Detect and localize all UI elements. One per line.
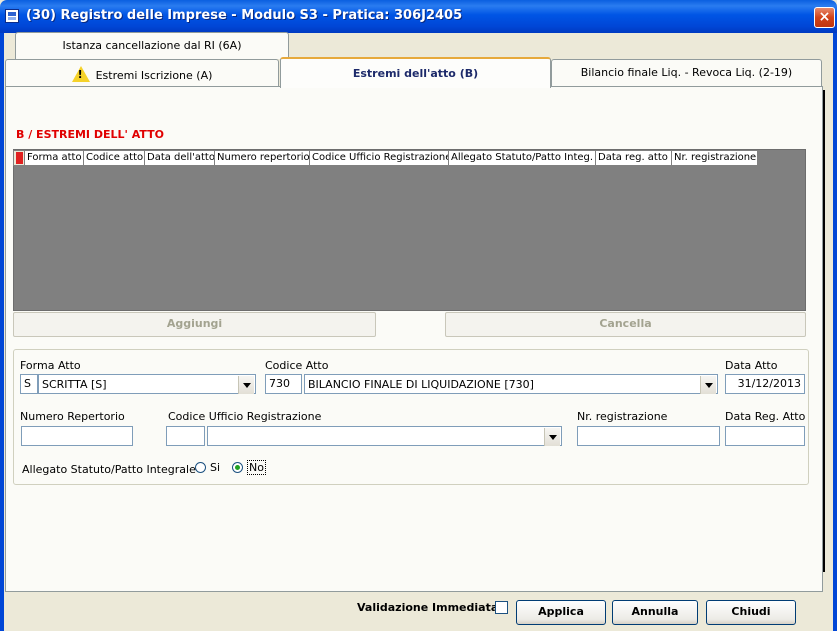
grid-column-header[interactable]: Nr. registrazione [672, 150, 758, 166]
grid-column-header[interactable]: Codice atto [84, 150, 145, 166]
codice-atto-code-field[interactable]: 730 [265, 374, 302, 394]
forma-atto-value: SCRITTA [S] [42, 378, 107, 391]
apply-button[interactable]: Applica [516, 600, 606, 625]
window-frame-left [0, 33, 4, 631]
data-atto-label: Data Atto [725, 359, 778, 372]
tab-istanza-cancellazione[interactable]: Istanza cancellazione dal RI (6A) [15, 32, 289, 59]
tab-bilancio-finale[interactable]: Bilancio finale Liq. - Revoca Liq. (2-19… [551, 59, 822, 87]
data-reg-atto-field[interactable] [725, 426, 805, 446]
nr-registrazione-label: Nr. registrazione [577, 410, 668, 423]
allegato-label: Allegato Statuto/Patto Integrale [22, 463, 196, 476]
chevron-down-icon[interactable] [544, 428, 560, 446]
codice-atto-select[interactable]: BILANCIO FINALE DI LIQUIDAZIONE [730] [304, 374, 718, 394]
panel-edge [823, 90, 825, 572]
tab-estremi-iscrizione[interactable]: Estremi Iscrizione (A) [5, 59, 279, 87]
delete-button[interactable]: Cancella [445, 312, 806, 337]
allegato-si-label[interactable]: Si [210, 461, 220, 474]
codice-atto-value: BILANCIO FINALE DI LIQUIDAZIONE [730] [308, 378, 534, 391]
chevron-down-icon[interactable] [238, 376, 254, 394]
grid-header: Forma atto Codice atto Data dell'atto Nu… [13, 150, 758, 166]
close-window-button[interactable]: × [814, 7, 835, 28]
chevron-down-icon[interactable] [700, 376, 716, 394]
numero-repertorio-label: Numero Repertorio [20, 410, 125, 423]
data-atto-field[interactable]: 31/12/2013 [725, 374, 805, 394]
numero-repertorio-field[interactable] [21, 426, 133, 446]
grid-column-header[interactable]: Allegato Statuto/Patto Integ. [449, 150, 596, 166]
forma-atto-select[interactable]: SCRITTA [S] [38, 374, 256, 394]
warning-icon [71, 66, 90, 82]
codice-ufficio-select[interactable] [207, 426, 562, 446]
validation-label: Validazione Immediata [357, 601, 499, 614]
forma-atto-code-field[interactable]: S [20, 374, 38, 394]
grid-column-header[interactable]: Data dell'atto [145, 150, 215, 166]
allegato-no-label[interactable]: No [247, 460, 266, 475]
allegato-si-radio[interactable] [195, 462, 206, 473]
app-icon [5, 9, 19, 23]
codice-atto-label: Codice Atto [265, 359, 329, 372]
cancel-button[interactable]: Annulla [612, 600, 698, 625]
window-title: (30) Registro delle Imprese - Modulo S3 … [26, 8, 463, 23]
tab-label: Istanza cancellazione dal RI (6A) [62, 39, 242, 52]
codice-ufficio-code-field[interactable] [166, 426, 205, 446]
grid-column-header[interactable]: Forma atto [25, 150, 84, 166]
tab-label: Estremi Iscrizione (A) [95, 69, 213, 82]
data-reg-atto-label: Data Reg. Atto [725, 410, 806, 423]
window-frame-right [833, 33, 837, 631]
grid-column-header[interactable]: Numero repertorio [215, 150, 310, 166]
codice-ufficio-label: Codice Ufficio Registrazione [168, 410, 322, 423]
tab-estremi-atto[interactable]: Estremi dell'atto (B) [280, 57, 551, 88]
grid-column-header[interactable]: Data reg. atto [596, 150, 672, 166]
atti-grid[interactable] [13, 149, 806, 311]
row-header-marker [13, 150, 25, 166]
grid-column-header[interactable]: Codice Ufficio Registrazione [310, 150, 449, 166]
add-button[interactable]: Aggiungi [13, 312, 376, 337]
allegato-no-radio[interactable] [232, 462, 243, 473]
section-title: B / ESTREMI DELL' ATTO [16, 128, 164, 141]
close-button[interactable]: Chiudi [706, 600, 796, 625]
tab-label: Bilancio finale Liq. - Revoca Liq. (2-19… [580, 66, 793, 79]
validation-checkbox[interactable] [495, 601, 508, 614]
forma-atto-label: Forma Atto [20, 359, 81, 372]
tab-label: Estremi dell'atto (B) [352, 67, 479, 80]
nr-registrazione-field[interactable] [577, 426, 720, 446]
